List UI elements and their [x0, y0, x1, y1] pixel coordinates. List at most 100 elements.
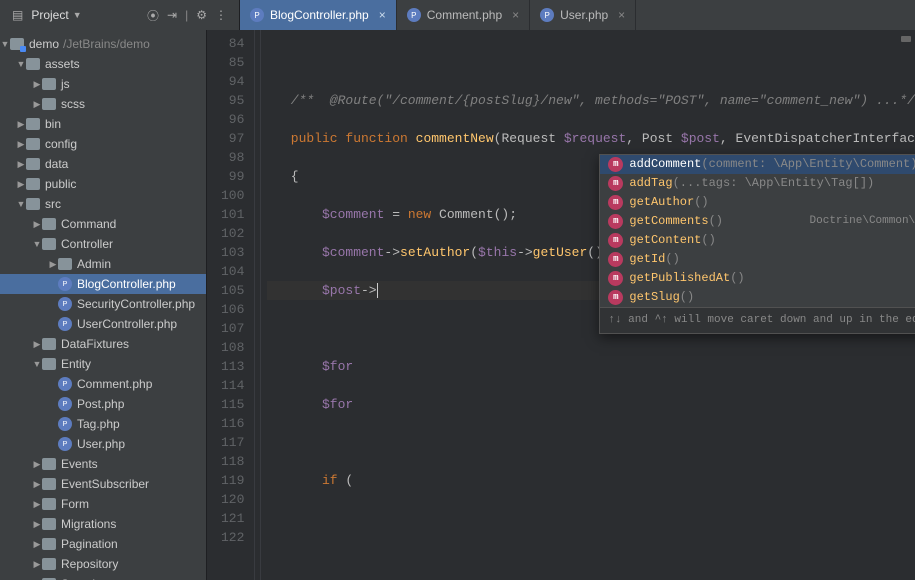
chevron-down-icon[interactable]: ▼ [73, 10, 82, 20]
tree-arrow-icon[interactable]: ▶ [32, 559, 42, 570]
tree-item-usercontroller-php[interactable]: PUserController.php [0, 314, 206, 334]
tree-item-comment-php[interactable]: PComment.php [0, 374, 206, 394]
tree-item-src[interactable]: ▼src [0, 194, 206, 214]
tree-arrow-icon[interactable]: ▼ [16, 199, 26, 209]
tree-item-controller[interactable]: ▼Controller [0, 234, 206, 254]
php-icon: P [407, 8, 421, 22]
tree-arrow-icon[interactable]: ▶ [48, 259, 58, 270]
line-number: 98 [207, 148, 244, 167]
autocomplete-item-getauthor[interactable]: mgetAuthor()App\Entity\User|null [600, 193, 915, 212]
autocomplete-item-getcontent[interactable]: mgetContent()null|string [600, 231, 915, 250]
autocomplete-item-getid[interactable]: mgetId()int|null [600, 250, 915, 269]
tree-item-eventsubscriber[interactable]: ▶EventSubscriber [0, 474, 206, 494]
tree-item-securitycontroller-php[interactable]: PSecurityController.php [0, 294, 206, 314]
tree-arrow-icon[interactable]: ▶ [32, 479, 42, 490]
close-icon[interactable]: × [618, 8, 625, 22]
tree-item-post-php[interactable]: PPost.php [0, 394, 206, 414]
method-icon: m [608, 214, 623, 229]
tree-label: User.php [77, 437, 125, 451]
line-number: 114 [207, 376, 244, 395]
tree-item-blogcontroller-php[interactable]: PBlogController.php [0, 274, 206, 294]
project-label[interactable]: Project [31, 8, 68, 22]
close-icon[interactable]: × [512, 8, 519, 22]
tree-item-data[interactable]: ▶data [0, 154, 206, 174]
tree-label: Post.php [77, 397, 124, 411]
php-icon: P [540, 8, 554, 22]
tree-arrow-icon[interactable]: ▶ [32, 99, 42, 110]
gear-icon[interactable]: ⚙ [196, 8, 207, 22]
line-number: 120 [207, 490, 244, 509]
tree-item-command[interactable]: ▶Command [0, 214, 206, 234]
folder-icon [26, 198, 40, 210]
line-number: 116 [207, 414, 244, 433]
line-number: 113 [207, 357, 244, 376]
line-number: 117 [207, 433, 244, 452]
tree-item-admin[interactable]: ▶Admin [0, 254, 206, 274]
method-icon: m [608, 271, 623, 286]
tree-item-tag-php[interactable]: PTag.php [0, 414, 206, 434]
tree-item-assets[interactable]: ▼ assets [0, 54, 206, 74]
autocomplete-item-addtag[interactable]: maddTag(...tags: \App\Entity\Tag[])void [600, 174, 915, 193]
autocomplete-item-getpublishedat[interactable]: mgetPublishedAt()DateTime [600, 269, 915, 288]
tree-arrow-icon[interactable]: ▶ [16, 179, 26, 190]
autocomplete-item-addcomment[interactable]: maddComment(comment: \App\Entity\Comment… [600, 155, 915, 174]
tree-item-entity[interactable]: ▼Entity [0, 354, 206, 374]
tree-item-bin[interactable]: ▶bin [0, 114, 206, 134]
tree-arrow-icon[interactable]: ▶ [32, 539, 42, 550]
tree-label: BlogController.php [77, 277, 176, 291]
tree-label: scss [61, 97, 85, 111]
tree-item-form[interactable]: ▶Form [0, 494, 206, 514]
tree-arrow-icon[interactable]: ▶ [16, 119, 26, 130]
method-sig: (comment: \App\Entity\Comment) [701, 155, 915, 174]
target-icon[interactable]: ⦿ [147, 7, 159, 24]
tree-item-migrations[interactable]: ▶Migrations [0, 514, 206, 534]
autocomplete-item-getcomments[interactable]: mgetComments()Doctrine\Common\Collection… [600, 212, 915, 231]
method-sig: () [665, 250, 679, 269]
tree-item-pagination[interactable]: ▶ Pagination [0, 534, 206, 554]
close-icon[interactable]: × [379, 8, 386, 22]
tree-arrow-icon[interactable]: ▶ [32, 459, 42, 470]
autocomplete-popup[interactable]: maddComment(comment: \App\Entity\Comment… [599, 154, 915, 334]
tree-item-events[interactable]: ▶Events [0, 454, 206, 474]
tree-item-public[interactable]: ▶ public [0, 174, 206, 194]
tree-arrow-icon[interactable]: ▶ [32, 79, 42, 90]
tree-item-config[interactable]: ▶ config [0, 134, 206, 154]
tree-label: Pagination [61, 537, 118, 551]
tree-item-datafixtures[interactable]: ▶DataFixtures [0, 334, 206, 354]
line-number: 115 [207, 395, 244, 414]
method-sig: () [701, 231, 715, 250]
autocomplete-item-getslug[interactable]: mgetSlug()null|string [600, 288, 915, 307]
tree-arrow-icon[interactable]: ▶ [32, 219, 42, 230]
tree-arrow-icon[interactable]: ▼ [0, 39, 10, 49]
tree-label: config [45, 137, 77, 151]
tree-arrow-icon[interactable]: ▶ [32, 339, 42, 350]
tree-item-security[interactable]: ▶Security [0, 574, 206, 580]
collapse-icon[interactable]: ⇥ [167, 8, 177, 22]
line-number: 103 [207, 243, 244, 262]
tree-arrow-icon[interactable]: ▼ [32, 239, 42, 249]
tree-arrow-icon[interactable]: ▶ [32, 519, 42, 530]
line-number: 97 [207, 129, 244, 148]
folder-icon [42, 338, 56, 350]
method-sig: () [680, 288, 694, 307]
tree-item-demo[interactable]: ▼demo/JetBrains/demo [0, 34, 206, 54]
tab-comment-php[interactable]: PComment.php× [397, 0, 530, 30]
tree-item-js[interactable]: ▶js [0, 74, 206, 94]
tree-label: public [45, 177, 76, 191]
tree-item-repository[interactable]: ▶Repository [0, 554, 206, 574]
tree-item-user-php[interactable]: PUser.php [0, 434, 206, 454]
tree-item-scss[interactable]: ▶ scss [0, 94, 206, 114]
tree-arrow-icon[interactable]: ▶ [32, 499, 42, 510]
tree-label: assets [45, 57, 80, 71]
php-icon: P [250, 8, 264, 22]
tree-arrow-icon[interactable]: ▶ [16, 159, 26, 170]
tab-user-php[interactable]: PUser.php× [530, 0, 636, 30]
method-icon: m [608, 157, 623, 172]
tree-arrow-icon[interactable]: ▶ [16, 139, 26, 150]
tab-blogcontroller-php[interactable]: PBlogController.php× [240, 0, 397, 30]
tree-arrow-icon[interactable]: ▼ [16, 59, 26, 69]
line-number: 94 [207, 72, 244, 91]
tree-arrow-icon[interactable]: ▼ [32, 359, 42, 369]
more-icon[interactable]: ⋮ [215, 8, 227, 22]
tree-label: UserController.php [77, 317, 177, 331]
